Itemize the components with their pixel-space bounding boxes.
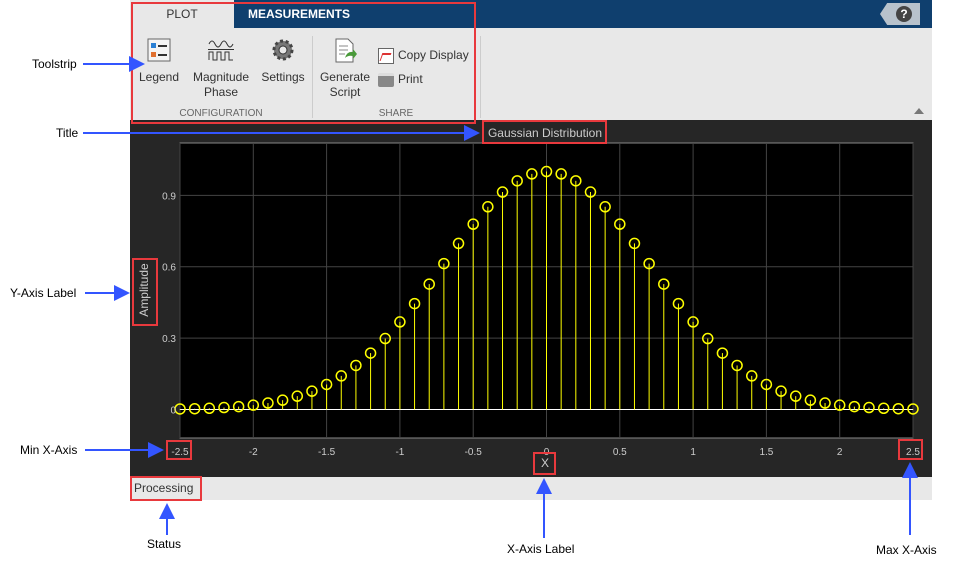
annotation-title: Title xyxy=(56,126,79,140)
annotation-xlabel: X-Axis Label xyxy=(507,542,575,556)
annotation-toolstrip: Toolstrip xyxy=(32,57,77,71)
annotation-minx: Min X-Axis xyxy=(20,443,78,457)
annotation-maxx: Max X-Axis xyxy=(876,543,937,557)
annotation-arrows xyxy=(83,56,918,538)
annotation-status: Status xyxy=(147,537,182,551)
annotation-ylabel: Y-Axis Label xyxy=(10,286,77,300)
